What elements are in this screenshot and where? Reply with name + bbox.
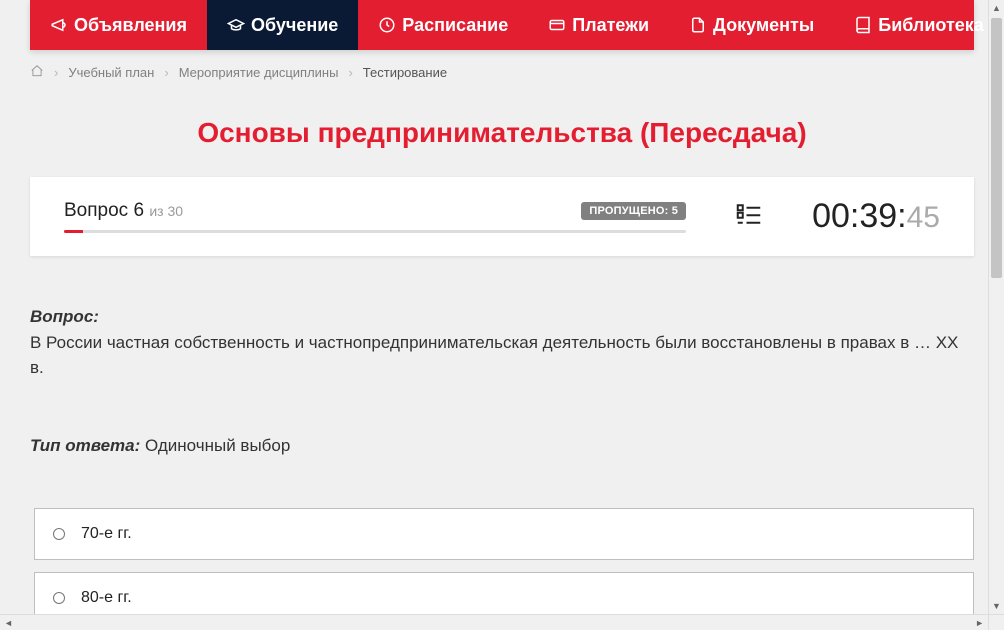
page-title: Основы предпринимательства (Пересдача) xyxy=(0,117,1004,149)
scroll-thumb[interactable] xyxy=(991,18,1002,278)
breadcrumb: › Учебный план › Мероприятие дисциплины … xyxy=(0,50,1004,93)
breadcrumb-link-event[interactable]: Мероприятие дисциплины xyxy=(179,65,339,80)
options-list: 70-е гг. 80-е гг. xyxy=(34,508,974,614)
option-1[interactable]: 70-е гг. xyxy=(34,508,974,560)
scroll-right-arrow[interactable]: ► xyxy=(975,618,984,628)
question-block: Вопрос: xyxy=(30,304,974,330)
status-card: Вопрос 6 из 30 ПРОПУЩЕНО: 5 00:39:45 xyxy=(30,177,974,256)
nav-label: Объявления xyxy=(74,15,187,36)
option-text: 80-е гг. xyxy=(81,589,132,607)
chevron-right-icon: › xyxy=(54,65,58,80)
nav-learning[interactable]: Обучение xyxy=(207,0,358,50)
question-list-icon[interactable] xyxy=(734,199,764,234)
question-counter: Вопрос 6 из 30 xyxy=(64,200,183,222)
scrollbar-corner xyxy=(988,614,1004,630)
option-radio[interactable] xyxy=(53,592,65,604)
option-2[interactable]: 80-е гг. xyxy=(34,572,974,614)
top-nav: Объявления Обучение Расписание Платежи Д… xyxy=(30,0,974,50)
nav-announcements[interactable]: Объявления xyxy=(30,0,207,50)
chevron-right-icon: › xyxy=(164,65,168,80)
home-icon[interactable] xyxy=(30,64,44,81)
progress-bar xyxy=(64,230,686,233)
book-icon xyxy=(854,16,872,34)
nav-schedule[interactable]: Расписание xyxy=(358,0,528,50)
timer: 00:39:45 xyxy=(812,197,940,236)
nav-payments[interactable]: Платежи xyxy=(528,0,669,50)
nav-label: Расписание xyxy=(402,15,508,36)
nav-label: Документы xyxy=(713,15,814,36)
nav-label: Библиотека xyxy=(878,15,984,36)
option-radio[interactable] xyxy=(53,528,65,540)
nav-label: Платежи xyxy=(572,15,649,36)
answer-type: Тип ответа: Одиночный выбор xyxy=(30,433,974,459)
vertical-scrollbar[interactable]: ▲ ▼ xyxy=(988,0,1004,614)
clock-icon xyxy=(378,16,396,34)
breadcrumb-link-plan[interactable]: Учебный план xyxy=(68,65,154,80)
breadcrumb-current: Тестирование xyxy=(363,65,447,80)
nav-documents[interactable]: Документы xyxy=(669,0,834,50)
chevron-right-icon: › xyxy=(348,65,352,80)
megaphone-icon xyxy=(50,16,68,34)
nav-label: Обучение xyxy=(251,15,338,36)
question-label: Вопрос: xyxy=(30,307,99,326)
scroll-up-arrow[interactable]: ▲ xyxy=(989,0,1004,16)
skipped-badge: ПРОПУЩЕНО: 5 xyxy=(581,202,686,220)
scroll-left-arrow[interactable]: ◄ xyxy=(4,618,13,628)
horizontal-scrollbar[interactable]: ◄ ► xyxy=(0,614,988,630)
scroll-down-arrow[interactable]: ▼ xyxy=(989,598,1004,614)
nav-library[interactable]: Библиотека xyxy=(834,0,1004,50)
question-text: В России частная собственность и частноп… xyxy=(30,330,974,381)
document-icon xyxy=(689,16,707,34)
graduation-cap-icon xyxy=(227,16,245,34)
option-text: 70-е гг. xyxy=(81,525,132,543)
card-icon xyxy=(548,16,566,34)
